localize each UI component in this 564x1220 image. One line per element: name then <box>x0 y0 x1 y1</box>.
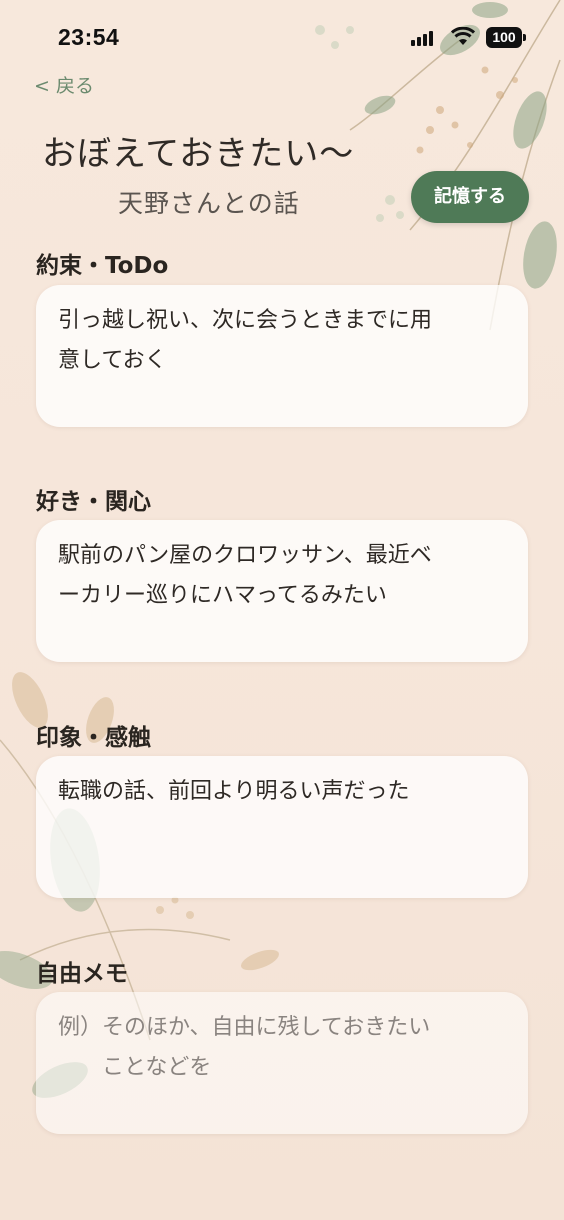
signal-icon <box>411 30 435 46</box>
impressions-text: 転職の話、前回より明るい声だった <box>58 779 410 804</box>
interests-text: 駅前のパン屋のクロワッサン、最近ベ ーカリー巡りにハマってるみたい <box>58 543 432 608</box>
free-memo-placeholder: 例）そのほか、自由に残しておきたい ことなどを <box>58 1015 431 1080</box>
todo-text: 引っ越し祝い、次に会うときまでに用 意しておく <box>58 308 433 373</box>
status-bar: 23:54 100 <box>0 0 564 76</box>
todo-field[interactable]: 引っ越し祝い、次に会うときまでに用 意しておく <box>36 285 528 427</box>
section-label-todo: 約束・ToDo <box>36 253 169 279</box>
battery-icon: 100 <box>486 27 526 48</box>
page-title: おぼえておきたい〜 <box>42 134 355 174</box>
impressions-field[interactable]: 転職の話、前回より明るい声だった <box>36 756 528 898</box>
interests-field[interactable]: 駅前のパン屋のクロワッサン、最近ベ ーカリー巡りにハマってるみたい <box>36 520 528 662</box>
save-button[interactable]: 記憶する <box>411 171 529 223</box>
back-button[interactable]: < 戻る <box>34 71 94 98</box>
status-time: 23:54 <box>58 24 120 50</box>
page-subtitle: 天野さんとの話 <box>118 189 300 218</box>
wifi-icon <box>451 27 475 45</box>
free-memo-field[interactable]: 例）そのほか、自由に残しておきたい ことなどを <box>36 992 528 1134</box>
section-label-impressions: 印象・感触 <box>36 725 151 751</box>
section-label-free-memo: 自由メモ <box>36 961 128 987</box>
section-label-interests: 好き・関心 <box>36 489 151 515</box>
